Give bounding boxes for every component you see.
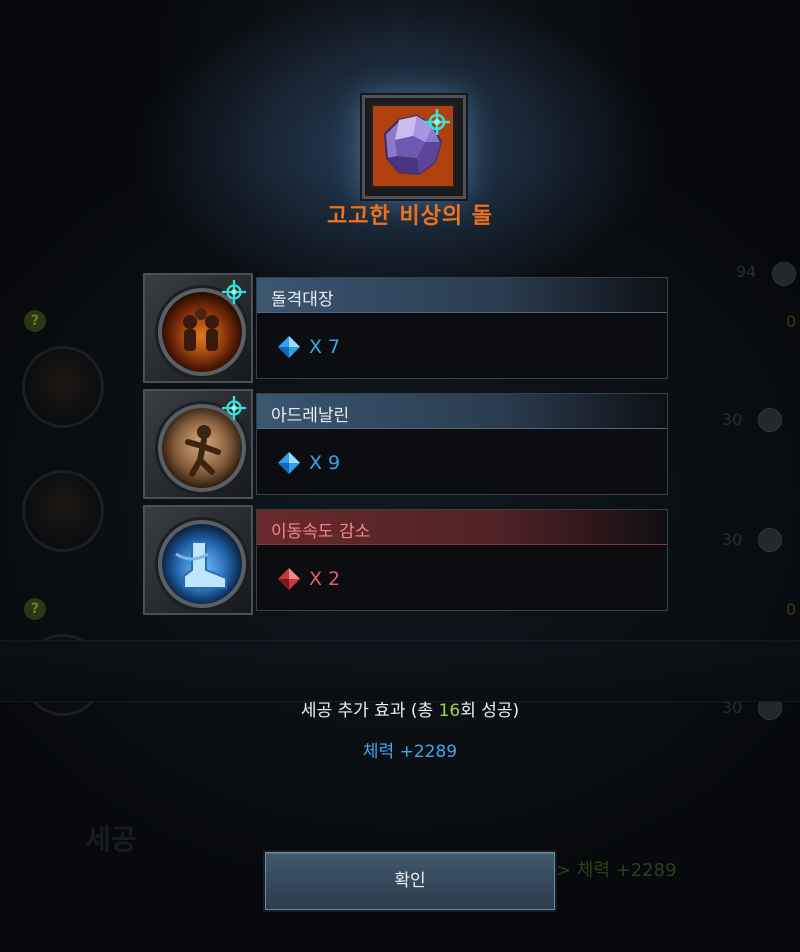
blue-gem-icon [221,395,247,421]
skill-orb-frame [143,505,253,615]
blue-gem-icon [278,452,300,474]
game-screen: ? ? 94 0 30 30 0 30 세공 > 체력 +2289 고고한 비상… [0,0,800,952]
item-name: 고고한 비상의 돌 [327,204,493,229]
skill-name-bar: 돌격대장 [257,278,667,313]
skill-name-bar: 이동속도 감소 [257,510,667,545]
item-icon-frame [362,95,466,199]
count-value: 7 [328,336,341,358]
bonus-title-prefix: 세공 추가 효과 (총 [300,701,439,721]
bonus-effect-value: 체력 +2289 [362,742,458,762]
skill-row: 이동속도 감소 X 2 [143,505,668,615]
count-prefix: X [309,568,323,590]
bonus-effect-title: 세공 추가 효과 (총 16회 성공) [200,696,620,721]
blue-gem-icon [424,109,450,135]
skill-panel: 이동속도 감소 X 2 [256,509,668,611]
skill-count: X 9 [277,450,340,476]
success-count: 16 [438,701,461,721]
count-value: 9 [328,452,341,474]
skill-name: 돌격대장 [271,290,334,310]
skill-panel: 돌격대장 X 7 [256,277,668,379]
skill-orb-frame [143,273,253,383]
skill-panel: 아드레날린 X 9 [256,393,668,495]
confirm-button[interactable]: 확인 [265,852,555,910]
skill-count: X 7 [277,334,340,360]
item-icon-background [371,104,455,188]
count-prefix: X [309,336,323,358]
skill-count: X 2 [277,566,340,592]
skill-row: 돌격대장 X 7 [143,273,668,383]
red-gem-icon [278,568,300,590]
blue-gem-icon [221,279,247,305]
skill-name: 아드레날린 [271,406,350,426]
skill-name: 이동속도 감소 [271,522,371,542]
boot-icon [175,541,227,589]
count-value: 2 [328,568,341,590]
skill-name-bar: 아드레날린 [257,394,667,429]
skill-orb-frame [143,389,253,499]
slow-boot-icon [158,520,246,608]
blue-gem-icon [278,336,300,358]
count-prefix: X [309,452,323,474]
bonus-title-suffix: 회 성공) [460,701,520,721]
skill-row: 아드레날린 X 9 [143,389,668,499]
result-dialog: 고고한 비상의 돌 돌격대장 X 7 아드레날린 X 9 이동속도 감소 X 2… [0,0,800,952]
